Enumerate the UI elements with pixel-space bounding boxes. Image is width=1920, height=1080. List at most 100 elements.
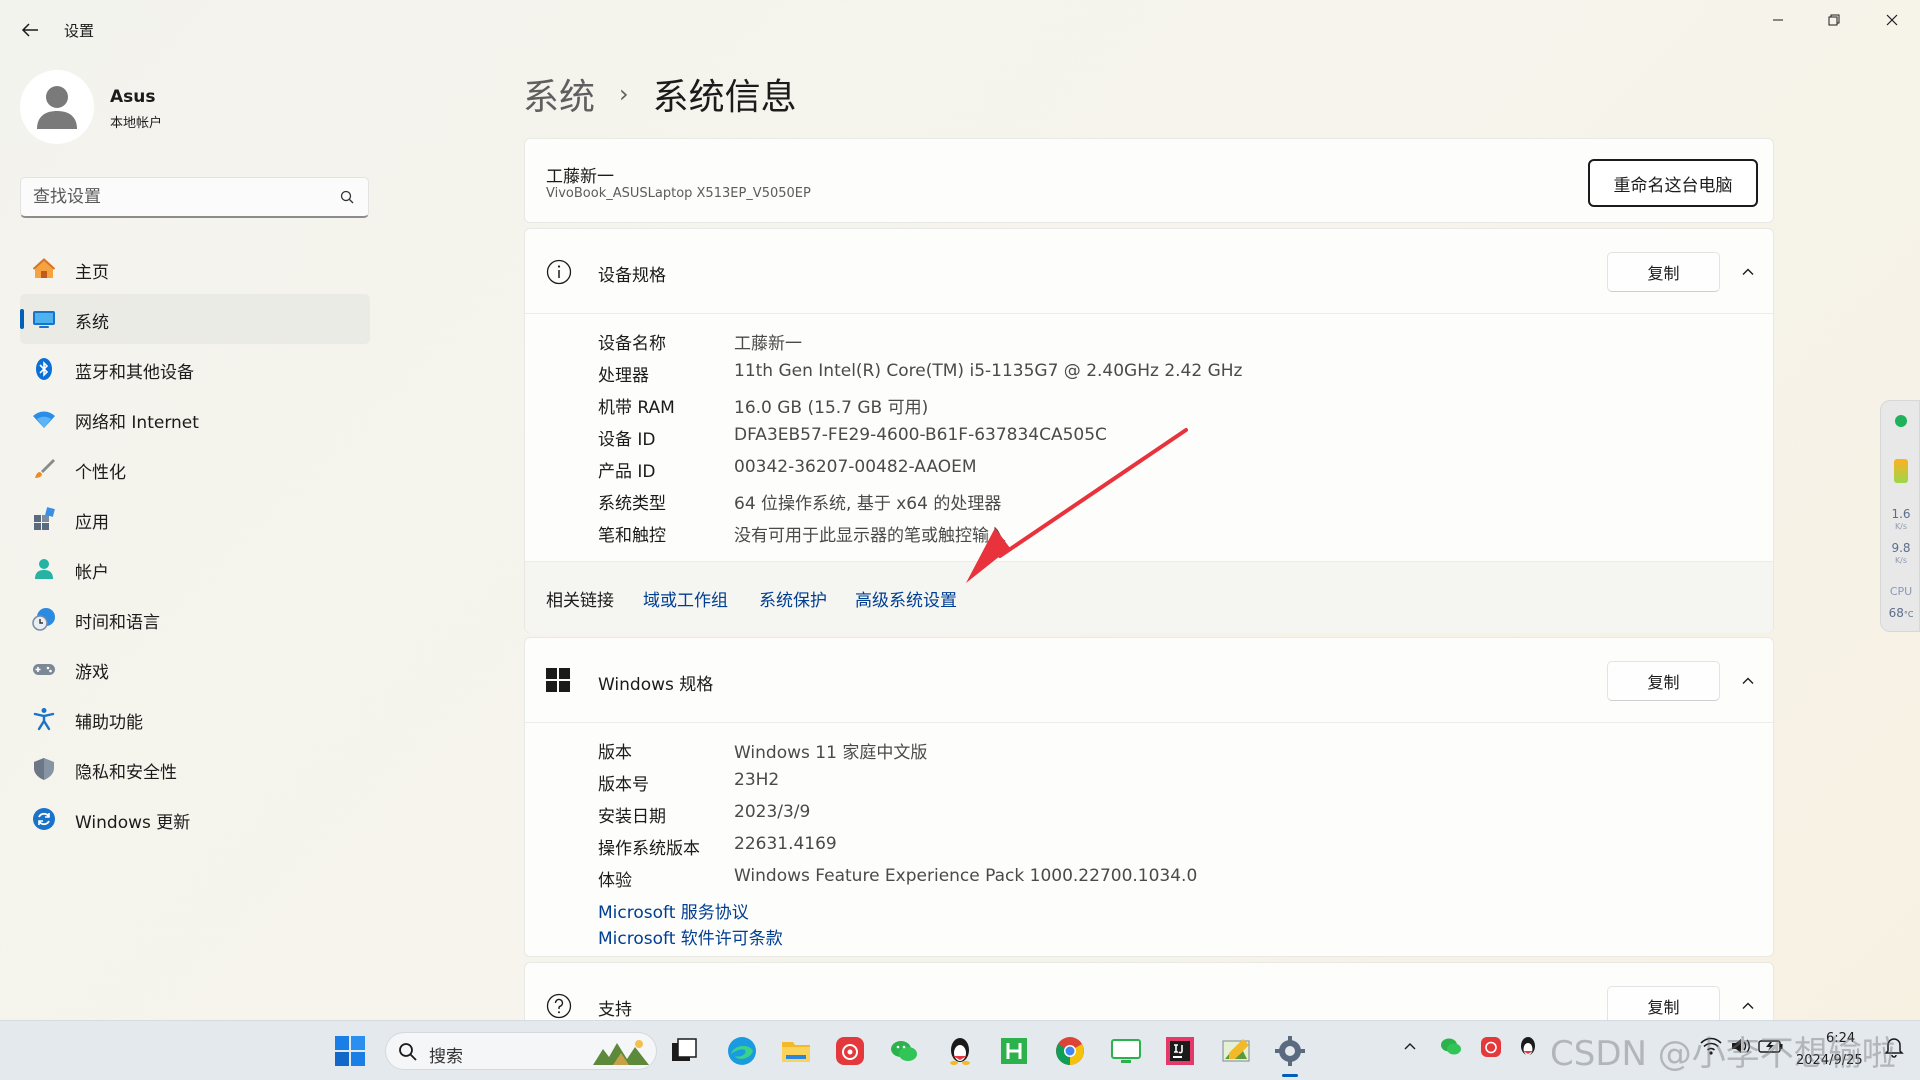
download-unit: K/s <box>1894 556 1908 565</box>
home-icon <box>32 257 56 281</box>
tray-netease-music-icon[interactable] <box>1480 1036 1502 1062</box>
spec-value: 22631.4169 <box>734 834 837 854</box>
netease-music-app[interactable] <box>832 1033 868 1069</box>
drawing-app[interactable] <box>1218 1033 1254 1069</box>
user-profile[interactable]: Asus 本地帐户 <box>20 70 360 145</box>
search-highlight-art-icon <box>593 1040 649 1065</box>
qq-app[interactable] <box>942 1033 978 1069</box>
gear-icon <box>1275 1036 1305 1066</box>
close-icon <box>1886 14 1898 26</box>
spec-label: 处理器 <box>598 366 649 386</box>
spec-value: DFA3EB57-FE29-4600-B61F-637834CA505C <box>734 425 1107 445</box>
back-arrow-icon[interactable] <box>20 20 40 40</box>
help-icon <box>546 993 572 1019</box>
hbuilder-app[interactable] <box>996 1033 1032 1069</box>
sidebar-item-bluetooth[interactable]: 蓝牙和其他设备 <box>20 344 370 394</box>
taskview-app[interactable] <box>666 1033 702 1069</box>
sidebar-item-windows-update[interactable]: Windows 更新 <box>20 794 370 844</box>
sidebar-item-personalization[interactable]: 个性化 <box>20 444 370 494</box>
gamepad-icon <box>32 657 56 681</box>
remote-desktop-app[interactable] <box>1108 1033 1144 1069</box>
spec-label: 操作系统版本 <box>598 839 700 859</box>
chevron-up-icon[interactable] <box>1735 259 1761 285</box>
sidebar-item-apps[interactable]: 应用 <box>20 494 370 544</box>
settings-app[interactable] <box>1272 1033 1308 1077</box>
chrome-app[interactable] <box>1052 1033 1088 1069</box>
qq-penguin-icon <box>950 1038 970 1065</box>
sidebar-item-label: 隐私和安全性 <box>75 763 177 783</box>
spec-value: 工藤新一 <box>734 334 802 354</box>
spec-label: 机带 RAM <box>598 398 675 418</box>
sidebar-item-label: 个性化 <box>75 463 126 483</box>
clock-globe-icon <box>32 607 56 631</box>
tray-qq-icon[interactable] <box>1518 1036 1538 1062</box>
wifi-icon <box>32 407 56 431</box>
minimize-button[interactable] <box>1758 8 1798 32</box>
csdn-watermark: CSDN @小李不想输啦 <box>1550 1034 1896 1074</box>
taskbar-search[interactable]: 搜索 <box>385 1032 657 1070</box>
windows-specs-header[interactable]: Windows 规格 复制 <box>525 638 1775 722</box>
edge-app[interactable] <box>724 1033 760 1069</box>
related-links-label: 相关链接 <box>546 591 614 611</box>
shield-icon <box>32 757 56 781</box>
system-monitor-widget[interactable]: 1.6 K/s 9.8 K/s CPU 68°C <box>1880 400 1920 632</box>
wechat-icon <box>891 1041 917 1061</box>
page-title: 系统信息 <box>652 77 797 118</box>
restore-icon <box>1828 14 1840 26</box>
spec-label: 设备 ID <box>598 430 656 450</box>
sidebar-item-system[interactable]: 系统 <box>20 294 370 344</box>
system-protection-link[interactable]: 系统保护 <box>759 586 827 611</box>
wechat-app[interactable] <box>886 1033 922 1069</box>
copy-windows-specs-button[interactable]: 复制 <box>1607 661 1720 701</box>
remote-screen-icon <box>1111 1039 1141 1063</box>
cpu-label: CPU <box>1889 585 1913 598</box>
section-title: Windows 规格 <box>598 675 714 695</box>
user-name: Asus <box>110 87 156 107</box>
search-icon[interactable] <box>340 190 354 204</box>
sidebar-item-accounts[interactable]: 帐户 <box>20 544 370 594</box>
sidebar-item-privacy[interactable]: 隐私和安全性 <box>20 744 370 794</box>
advanced-system-settings-link[interactable]: 高级系统设置 <box>855 586 957 611</box>
sidebar-item-label: 帐户 <box>75 563 109 583</box>
spec-value: 2023/3/9 <box>734 802 811 822</box>
pc-name-card: 工藤新一 VivoBook_ASUSLaptop X513EP_V5050EP … <box>524 138 1774 223</box>
upload-speed: 1.6 <box>1891 507 1911 521</box>
chevron-up-icon[interactable] <box>1735 993 1761 1019</box>
ms-license-terms-link[interactable]: Microsoft 软件许可条款 <box>598 924 783 949</box>
paint-board-icon <box>1222 1039 1250 1062</box>
sidebar-item-label: 网络和 Internet <box>75 413 199 433</box>
sidebar-item-accessibility[interactable]: 辅助功能 <box>20 694 370 744</box>
brush-icon <box>32 457 56 481</box>
device-specs-header[interactable]: 设备规格 复制 <box>525 229 1775 313</box>
chevron-up-icon[interactable] <box>1735 668 1761 694</box>
chrome-icon <box>1056 1037 1084 1065</box>
spec-value: 64 位操作系统, 基于 x64 的处理器 <box>734 494 1002 514</box>
sidebar-item-home[interactable]: 主页 <box>20 244 370 294</box>
close-button[interactable] <box>1872 8 1912 32</box>
sidebar-item-time-language[interactable]: 时间和语言 <box>20 594 370 644</box>
account-type: 本地帐户 <box>110 116 163 131</box>
ms-service-agreement-link[interactable]: Microsoft 服务协议 <box>598 898 749 923</box>
tray-overflow-chevron-icon[interactable] <box>1402 1039 1418 1059</box>
rename-pc-button[interactable]: 重命名这台电脑 <box>1588 159 1758 207</box>
spec-label: 版本号 <box>598 775 649 795</box>
intellij-app[interactable] <box>1162 1033 1198 1069</box>
sidebar-item-gaming[interactable]: 游戏 <box>20 644 370 694</box>
device-specs-card: 设备规格 复制 设备名称 工藤新一 处理器 11th Gen Intel(R) … <box>524 228 1775 633</box>
spec-value: 16.0 GB (15.7 GB 可用) <box>734 398 929 418</box>
breadcrumb-separator: › <box>619 80 629 108</box>
restore-button[interactable] <box>1814 8 1854 32</box>
file-explorer-app[interactable] <box>778 1033 814 1069</box>
related-links-bar: 相关链接 域或工作组 系统保护 高级系统设置 <box>525 561 1773 633</box>
search-input[interactable] <box>33 186 333 208</box>
spec-label: 系统类型 <box>598 494 666 514</box>
tray-wechat-icon[interactable] <box>1440 1036 1462 1060</box>
breadcrumb-parent[interactable]: 系统 <box>523 68 595 120</box>
domain-workgroup-link[interactable]: 域或工作组 <box>643 586 728 611</box>
copy-device-specs-button[interactable]: 复制 <box>1607 252 1720 292</box>
sidebar-item-network[interactable]: 网络和 Internet <box>20 394 370 444</box>
title-bar: 设置 <box>0 0 1920 60</box>
system-icon <box>32 307 56 331</box>
bluetooth-icon <box>32 357 56 381</box>
start-button[interactable] <box>332 1033 368 1069</box>
